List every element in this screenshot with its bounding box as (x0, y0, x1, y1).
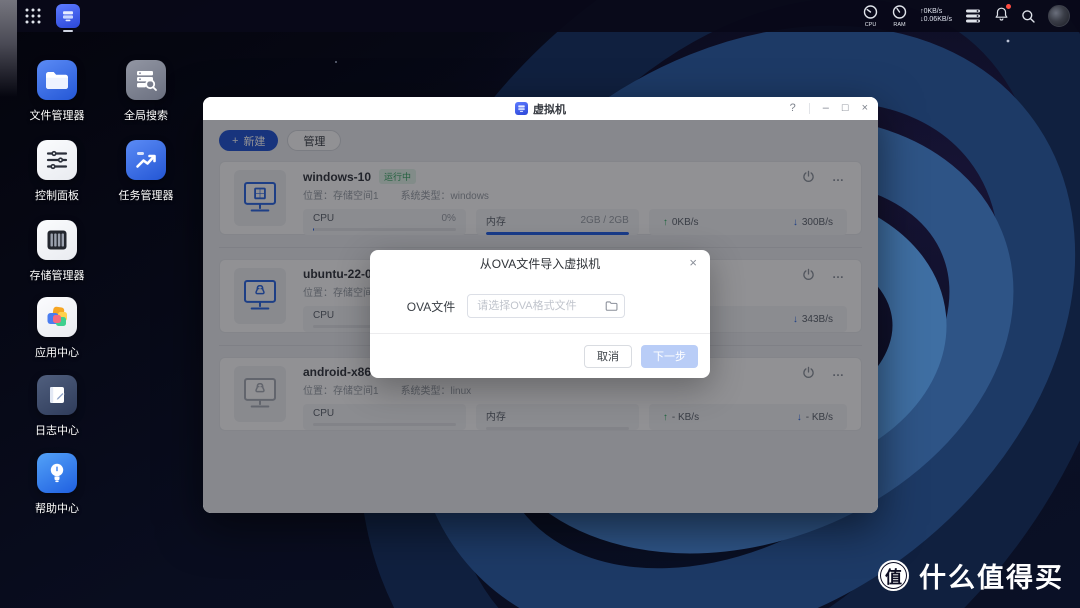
cancel-button[interactable]: 取消 (584, 344, 632, 368)
desktop-icon-help-center[interactable]: 帮助中心 (12, 453, 102, 516)
import-ova-modal: 从OVA文件导入虚拟机 × OVA文件 取消 下一步 (370, 250, 710, 378)
modal-body: OVA文件 (370, 294, 710, 318)
taskbar-vm-app-icon[interactable] (56, 4, 80, 32)
desktop-icon-label: 存储管理器 (29, 270, 85, 282)
folder-icon (37, 60, 77, 100)
net-down-speed: ↓0.06KB/s (920, 16, 952, 23)
vm-server-icon (63, 11, 73, 22)
smzdm-watermark-text: 什么值得买 (919, 563, 1064, 593)
lightbulb-icon (37, 453, 77, 493)
window-title: 虚拟机 (533, 103, 566, 116)
desktop-icon-label: 日志中心 (35, 425, 79, 437)
close-button[interactable]: × (862, 97, 868, 120)
vm-app-icon (515, 102, 528, 115)
taskbar: CPU RAM ↑0KB/s ↓0.06KB/s (0, 0, 1080, 32)
desktop-icon-label: 帮助中心 (35, 503, 79, 515)
modal-title: 从OVA文件导入虚拟机 (479, 257, 601, 271)
ova-file-input[interactable] (467, 294, 626, 318)
desktop-icon-file-manager[interactable]: 文件管理器 (12, 60, 102, 123)
modal-footer: 取消 下一步 (370, 333, 710, 378)
desktop-icon-global-search[interactable]: 全局搜索 (101, 60, 191, 123)
server-search-icon (126, 60, 166, 100)
desktop-icon-storage-manager[interactable]: 存储管理器 (12, 220, 102, 283)
task-list-icon[interactable] (964, 8, 982, 24)
svg-text:CPU: CPU (865, 22, 877, 28)
desktop-icon-app-center[interactable]: 应用中心 (12, 297, 102, 360)
user-avatar[interactable] (1048, 5, 1070, 27)
titlebar-divider (808, 103, 810, 114)
maximize-button[interactable]: □ (842, 97, 849, 120)
desktop-icon-label: 控制面板 (35, 190, 79, 202)
desktop-icon-label: 任务管理器 (118, 190, 174, 202)
sliders-icon (37, 140, 77, 180)
screen-edge-strip (0, 0, 17, 97)
log-notebook-icon (37, 375, 77, 415)
smzdm-logo-badge: 值 (878, 560, 909, 591)
desktop-icon-control-panel[interactable]: 控制面板 (12, 140, 102, 203)
ova-file-label: OVA文件 (406, 299, 456, 314)
smzdm-watermark: 值 什么值得买 (878, 556, 1064, 595)
net-up-speed: ↑0KB/s (920, 8, 943, 15)
modal-header: 从OVA文件导入虚拟机 × (370, 250, 710, 277)
app-center-icon (37, 297, 77, 337)
notifications-bell[interactable] (994, 3, 1011, 27)
desktop-icon-log-center[interactable]: 日志中心 (12, 375, 102, 438)
ram-gauge-icon[interactable]: RAM (891, 4, 908, 28)
minimize-button[interactable]: – (823, 97, 829, 120)
network-speed-readout: ↑0KB/s ↓0.06KB/s (920, 8, 952, 24)
help-button[interactable]: ? (790, 97, 796, 120)
notification-dot (1006, 3, 1011, 9)
desktop-icon-task-manager[interactable]: 任务管理器 (101, 140, 191, 203)
next-step-button[interactable]: 下一步 (641, 344, 698, 368)
cpu-gauge-icon[interactable]: CPU (862, 4, 879, 28)
disk-array-icon (37, 220, 77, 260)
desktop-icon-label: 全局搜索 (124, 110, 168, 122)
vm-window-titlebar[interactable]: 虚拟机 ? – □ × (203, 97, 878, 120)
trend-chart-icon (126, 140, 166, 180)
desktop: CPU RAM ↑0KB/s ↓0.06KB/s 文件管理器 全局搜索 控制面板… (0, 0, 1080, 608)
desktop-icon-label: 文件管理器 (29, 110, 85, 122)
svg-text:RAM: RAM (893, 22, 906, 28)
desktop-icon-label: 应用中心 (35, 347, 79, 359)
search-icon[interactable] (1021, 9, 1036, 24)
browse-folder-icon[interactable] (605, 300, 618, 312)
app-launcher-grid-icon[interactable] (24, 7, 42, 25)
modal-close-icon[interactable]: × (689, 255, 697, 270)
